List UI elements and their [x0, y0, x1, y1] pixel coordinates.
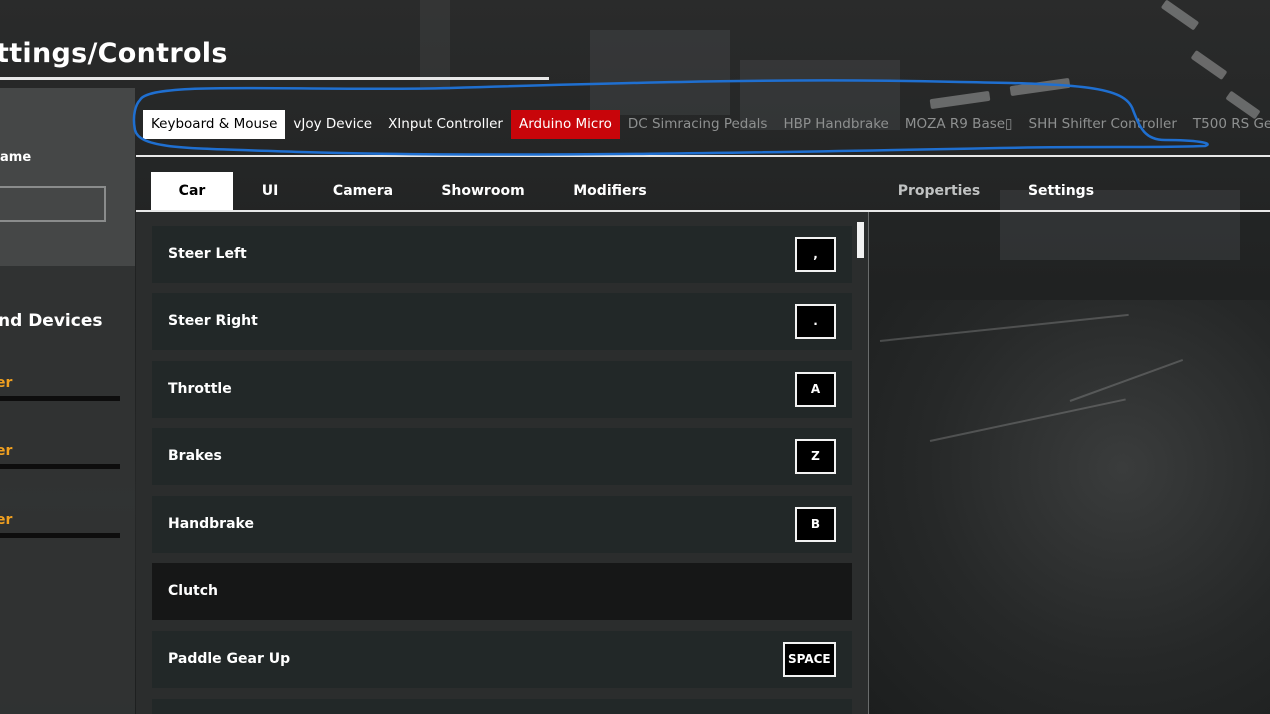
- binding-row[interactable]: [152, 699, 852, 714]
- binding-row[interactable]: Handbrake B: [152, 496, 852, 553]
- device-tab-shh-shifter[interactable]: SHH Shifter Controller: [1021, 110, 1185, 139]
- key-binding-button[interactable]: ,: [795, 237, 836, 272]
- device-tab-moza-r9-base[interactable]: MOZA R9 Base▯: [897, 110, 1021, 139]
- device-tab-keyboard-mouse[interactable]: Keyboard & Mouse: [143, 110, 286, 139]
- device-level-bar: [0, 396, 120, 401]
- tab-car[interactable]: Car: [151, 172, 233, 210]
- name-input[interactable]: [0, 186, 106, 222]
- device-item[interactable]: er: [0, 443, 12, 459]
- device-tab-xinput[interactable]: XInput Controller: [380, 110, 511, 139]
- device-tab-vjoy[interactable]: vJoy Device: [285, 110, 380, 139]
- binding-row[interactable]: Brakes Z: [152, 428, 852, 485]
- tab-showroom[interactable]: Showroom: [433, 172, 533, 210]
- car-preview-image: [870, 300, 1270, 714]
- tab-settings[interactable]: Settings: [1019, 172, 1103, 210]
- tab-modifiers[interactable]: Modifiers: [563, 172, 657, 210]
- binding-action-label: Handbrake: [168, 516, 254, 532]
- divider: [136, 155, 1270, 157]
- device-item[interactable]: er: [0, 375, 12, 391]
- binding-action-label: Brakes: [168, 448, 222, 464]
- binding-row[interactable]: Paddle Gear Up SPACE: [152, 631, 852, 688]
- device-level-bar: [0, 464, 120, 469]
- tab-camera[interactable]: Camera: [321, 172, 405, 210]
- binding-row[interactable]: Throttle A: [152, 361, 852, 418]
- key-binding-button[interactable]: B: [795, 507, 836, 542]
- devices-heading: nd Devices: [0, 311, 103, 331]
- device-tab-dc-simracing-pedals[interactable]: DC Simracing Pedals: [620, 110, 776, 139]
- title-underline: [0, 77, 549, 80]
- device-item[interactable]: er: [0, 512, 12, 528]
- binding-row[interactable]: Steer Right.: [152, 293, 852, 350]
- binding-action-label: Clutch: [168, 583, 218, 599]
- device-level-bar: [0, 533, 120, 538]
- page-title: ttings/Controls: [0, 38, 228, 69]
- key-binding-button[interactable]: SPACE: [783, 642, 836, 677]
- key-binding-button[interactable]: Z: [795, 439, 836, 474]
- device-tab-bar: Keyboard & Mouse vJoy Device XInput Cont…: [143, 110, 1270, 139]
- binding-row[interactable]: Steer Left,: [152, 226, 852, 283]
- key-binding-button[interactable]: A: [795, 372, 836, 407]
- tab-ui[interactable]: UI: [243, 172, 297, 210]
- panel-divider: [868, 212, 869, 714]
- binding-action-label: Steer Right: [168, 313, 258, 329]
- binding-action-label: Paddle Gear Up: [168, 651, 291, 667]
- binding-action-label: Steer Left: [168, 246, 247, 262]
- device-tab-hbp-handbrake[interactable]: HBP Handbrake: [775, 110, 896, 139]
- device-tab-arduino-micro[interactable]: Arduino Micro: [510, 110, 620, 139]
- key-binding-button[interactable]: .: [795, 304, 836, 339]
- binding-row[interactable]: Clutch: [152, 563, 852, 620]
- list-scrollbar[interactable]: [857, 222, 864, 258]
- tab-properties[interactable]: Properties: [891, 172, 987, 210]
- binding-action-label: Throttle: [168, 381, 232, 397]
- device-tab-t500-rs-gear-shift[interactable]: T500 RS Gear Shift: [1185, 110, 1270, 139]
- name-label: ame: [0, 150, 32, 165]
- left-panel-header: [0, 88, 135, 266]
